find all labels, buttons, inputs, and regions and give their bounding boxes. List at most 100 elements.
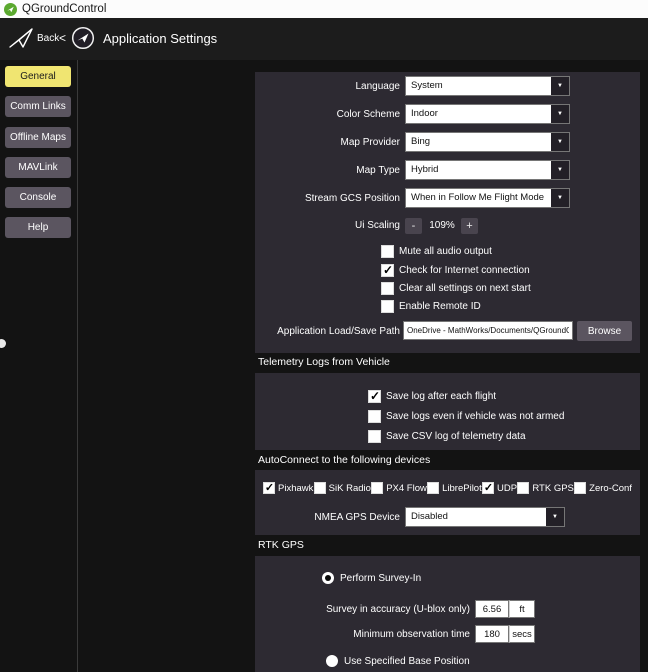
use-specified-base-position-radio[interactable] [326, 655, 338, 667]
dropdown-value: Hybrid [411, 164, 438, 175]
map-type-label: Map Type [255, 165, 400, 176]
mute-audio-checkbox[interactable] [381, 245, 394, 258]
use-specified-base-position-label: Use Specified Base Position [344, 656, 470, 667]
remote-id-checkbox[interactable] [381, 300, 394, 313]
observation-time-input[interactable] [475, 625, 509, 643]
zero-conf-checkbox[interactable] [574, 482, 586, 494]
telemetry-panel: Save log after each flight Save logs eve… [255, 373, 640, 450]
rtk-gps-panel: Perform Survey-In Survey in accuracy (U-… [255, 556, 640, 672]
map-provider-dropdown[interactable]: Bing ▼ [405, 132, 570, 152]
clear-settings-label: Clear all settings on next start [399, 283, 531, 294]
save-log-checkbox[interactable] [368, 390, 381, 403]
chevron-down-icon: ▼ [551, 161, 569, 179]
device-pixhawk: Pixhawk [263, 482, 313, 494]
device-px4-flow: PX4 Flow [371, 482, 427, 494]
observation-time-unit: secs [509, 625, 535, 643]
device-udp: UDP [482, 482, 517, 494]
rtk-gps-label: RTK GPS [532, 483, 574, 494]
device-sik-radio: SiK Radio [314, 482, 371, 494]
sidebar-item-offline-maps[interactable]: Offline Maps [5, 127, 71, 148]
mute-audio-label: Mute all audio output [399, 246, 492, 257]
internet-check-checkbox[interactable] [381, 264, 394, 277]
window-title: QGroundControl [22, 3, 106, 15]
os-titlebar: QGroundControl [0, 0, 648, 18]
sidebar-item-help[interactable]: Help [5, 217, 71, 238]
back-plane-icon[interactable] [8, 26, 34, 55]
dropdown-value: Indoor [411, 108, 438, 119]
save-logs-not-armed-checkbox[interactable] [368, 410, 381, 423]
save-log-label: Save log after each flight [386, 391, 496, 402]
device-zero-conf: Zero-Conf [574, 482, 632, 494]
sik-radio-label: SiK Radio [329, 483, 371, 494]
save-csv-label: Save CSV log of telemetry data [386, 431, 526, 442]
chevron-down-icon: ▼ [551, 77, 569, 95]
dropdown-value: Bing [411, 136, 430, 147]
sidebar-item-general[interactable]: General [5, 66, 71, 87]
nmea-gps-device-label: NMEA GPS Device [255, 512, 400, 523]
px4-flow-label: PX4 Flow [386, 483, 427, 494]
stream-gcs-position-label: Stream GCS Position [255, 193, 400, 204]
map-provider-label: Map Provider [255, 137, 400, 148]
stream-gcs-position-dropdown[interactable]: When in Follow Me Flight Mode ▼ [405, 188, 570, 208]
survey-accuracy-input[interactable] [475, 600, 509, 618]
save-logs-not-armed-label: Save logs even if vehicle was not armed [386, 411, 564, 422]
ui-scaling-label: Ui Scaling [255, 220, 400, 231]
perform-survey-in-label: Perform Survey-In [340, 573, 421, 584]
librepilot-checkbox[interactable] [427, 482, 439, 494]
chevron-down-icon: ▼ [551, 105, 569, 123]
chevron-left-icon: < [59, 31, 66, 45]
udp-checkbox[interactable] [482, 482, 494, 494]
left-edge-indicator [0, 339, 6, 348]
browse-button[interactable]: Browse [577, 321, 632, 341]
back-button[interactable]: Back [37, 33, 59, 44]
language-label: Language [255, 81, 400, 92]
save-path-input[interactable] [403, 321, 573, 340]
observation-time-label: Minimum observation time [255, 629, 470, 640]
dropdown-value: When in Follow Me Flight Mode [411, 192, 544, 203]
rtk-gps-checkbox[interactable] [517, 482, 529, 494]
map-type-dropdown[interactable]: Hybrid ▼ [405, 160, 570, 180]
language-dropdown[interactable]: System ▼ [405, 76, 570, 96]
settings-q-logo-icon [71, 26, 95, 55]
udp-label: UDP [497, 483, 517, 494]
clear-settings-checkbox[interactable] [381, 282, 394, 295]
sidebar-divider [77, 60, 78, 672]
nmea-gps-device-dropdown[interactable]: Disabled ▼ [405, 507, 565, 527]
general-settings-panel: Language System ▼ Color Scheme Indoor ▼ … [255, 72, 640, 353]
survey-accuracy-unit: ft [509, 600, 535, 618]
device-rtk-gps: RTK GPS [517, 482, 574, 494]
save-path-label: Application Load/Save Path [255, 326, 400, 337]
section-title-telemetry: Telemetry Logs from Vehicle [258, 356, 390, 368]
section-title-autoconnect: AutoConnect to the following devices [258, 454, 430, 466]
remote-id-label: Enable Remote ID [399, 301, 481, 312]
dropdown-value: System [411, 80, 443, 91]
ui-scale-increase-button[interactable]: + [461, 218, 478, 234]
ui-scale-decrease-button[interactable]: - [405, 218, 422, 234]
color-scheme-label: Color Scheme [255, 109, 400, 120]
page-title: Application Settings [103, 31, 217, 46]
sidebar-item-comm-links[interactable]: Comm Links [5, 96, 71, 117]
autoconnect-panel: Pixhawk SiK Radio PX4 Flow LibrePilot UD… [255, 470, 640, 535]
chevron-down-icon: ▼ [551, 133, 569, 151]
zero-conf-label: Zero-Conf [589, 483, 632, 494]
perform-survey-in-radio[interactable] [322, 572, 334, 584]
section-title-rtk-gps: RTK GPS [258, 539, 304, 551]
qgc-logo-icon [4, 3, 17, 16]
sidebar-item-console[interactable]: Console [5, 187, 71, 208]
survey-accuracy-label: Survey in accuracy (U-blox only) [255, 604, 470, 615]
librepilot-label: LibrePilot [442, 483, 482, 494]
pixhawk-label: Pixhawk [278, 483, 313, 494]
sik-radio-checkbox[interactable] [314, 482, 326, 494]
autoconnect-device-row: Pixhawk SiK Radio PX4 Flow LibrePilot UD… [263, 482, 632, 494]
pixhawk-checkbox[interactable] [263, 482, 275, 494]
dropdown-value: Disabled [411, 511, 448, 522]
chevron-down-icon: ▼ [551, 189, 569, 207]
internet-check-label: Check for Internet connection [399, 265, 530, 276]
color-scheme-dropdown[interactable]: Indoor ▼ [405, 104, 570, 124]
sidebar-item-mavlink[interactable]: MAVLink [5, 157, 71, 178]
chevron-down-icon: ▼ [546, 508, 564, 526]
save-csv-checkbox[interactable] [368, 430, 381, 443]
app-header: Back < Application Settings [0, 18, 648, 60]
px4-flow-checkbox[interactable] [371, 482, 383, 494]
device-librepilot: LibrePilot [427, 482, 482, 494]
